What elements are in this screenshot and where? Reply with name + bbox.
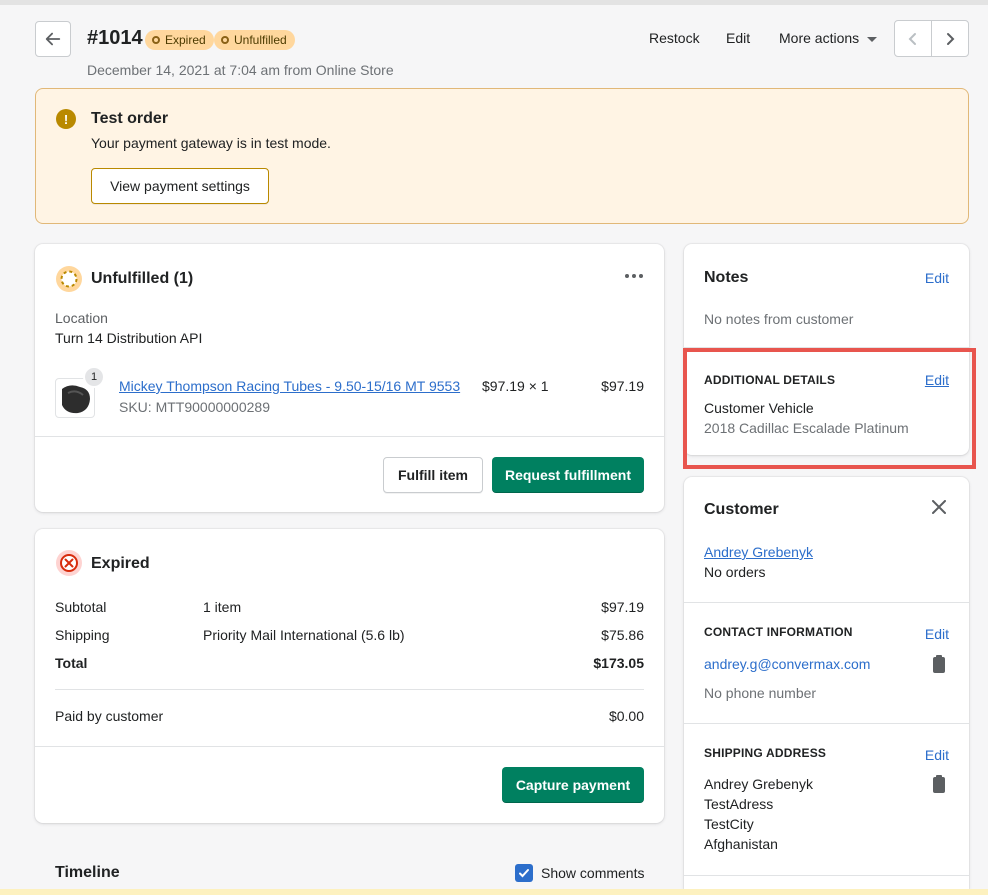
divider [35,436,664,437]
notes-edit-link[interactable]: Edit [925,270,949,286]
paid-by-customer-label: Paid by customer [55,708,164,724]
badge-dot-icon [152,36,160,44]
customer-orders: No orders [704,564,766,580]
arrow-left-icon [45,32,61,46]
restock-button[interactable]: Restock [649,30,700,46]
divider [35,746,664,747]
divider [55,689,644,690]
next-order-button[interactable] [932,21,968,56]
caret-down-icon [867,36,878,42]
chevron-right-icon [947,32,955,45]
close-icon[interactable] [932,500,946,514]
more-actions-button[interactable]: More actions [779,30,878,46]
subtotal-label: Subtotal [55,599,107,615]
notes-text: No notes from customer [704,311,854,327]
banner-text: Your payment gateway is in test mode. [91,135,331,151]
previous-order-button[interactable] [895,21,932,56]
order-number: #1014 [87,27,143,49]
quantity-badge: 1 [83,366,105,388]
highlight-box [683,348,976,469]
chevron-left-icon [908,32,916,45]
fulfillment-card: Unfulfilled (1) Location Turn 14 Distrib… [35,244,664,512]
payment-title: Expired [91,555,150,572]
show-comments-checkbox[interactable] [515,864,533,882]
shipping-amount: $75.86 [601,627,644,643]
location-label: Location [55,310,108,326]
customer-phone: No phone number [704,685,817,701]
shipping-label: Shipping [55,627,110,643]
bottom-bar [0,889,988,895]
address-line: TestCity [704,816,754,832]
shipping-edit-link[interactable]: Edit [925,747,949,763]
more-horizontal-icon[interactable] [624,272,644,280]
shipping-address-heading: SHIPPING ADDRESS [704,746,827,760]
customer-name-link[interactable]: Andrey Grebenyk [704,544,813,560]
paid-by-customer-amount: $0.00 [608,708,644,724]
fulfillment-title: Unfulfilled (1) [91,270,194,287]
badge-dot-icon [221,36,229,44]
badge-label: Unfulfilled [234,33,287,47]
customer-title: Customer [704,501,779,518]
copy-address-icon[interactable] [933,775,945,793]
product-sku: SKU: MTT90000000289 [119,399,270,415]
total-amount: $173.05 [593,655,644,671]
subtotal-detail: 1 item [203,599,242,615]
customer-email-link[interactable]: andrey.g@convermax.com [704,656,870,672]
subtotal-amount: $97.19 [601,599,644,615]
product-link[interactable]: Mickey Thompson Racing Tubes - 9.50-15/1… [119,378,460,394]
contact-information-heading: CONTACT INFORMATION [704,625,853,639]
divider [684,602,969,603]
order-subtitle: December 14, 2021 at 7:04 am from Online… [87,62,394,78]
unfulfilled-status-icon [56,266,82,292]
capture-payment-button[interactable]: Capture payment [502,767,644,803]
shipping-detail: Priority Mail International (5.6 lb) [203,627,405,643]
expired-status-icon [56,550,82,576]
badge-label: Expired [165,33,206,47]
top-border [0,0,988,5]
checkmark-icon [519,869,529,878]
product-line-total: $97.19 [601,378,644,394]
banner-title: Test order [91,110,169,127]
status-badge-unfulfilled: Unfulfilled [214,30,295,50]
request-fulfillment-button[interactable]: Request fulfillment [492,457,644,493]
product-price-qty: $97.19 × 1 [482,378,549,394]
address-line: Andrey Grebenyk [704,776,813,792]
address-line: Afghanistan [704,836,778,852]
payment-card: Expired Subtotal 1 item $97.19 Shipping … [35,529,664,823]
more-actions-label: More actions [779,30,860,46]
status-badge-expired: Expired [145,30,214,50]
edit-order-button[interactable]: Edit [726,30,750,46]
fulfill-item-button[interactable]: Fulfill item [383,457,483,493]
order-pager [894,20,969,57]
warning-icon: ! [56,109,76,129]
timeline-title: Timeline [55,864,120,881]
test-order-banner: ! Test order Your payment gateway is in … [35,88,969,224]
address-line: TestAdress [704,796,774,812]
divider [684,723,969,724]
total-label: Total [55,655,88,671]
divider [684,875,969,876]
show-comments-label: Show comments [541,865,645,881]
notes-title: Notes [704,269,749,286]
back-button[interactable] [35,21,71,57]
contact-edit-link[interactable]: Edit [925,626,949,642]
customer-card: Customer Andrey Grebenyk No orders CONTA… [684,477,969,889]
view-payment-settings-button[interactable]: View payment settings [91,168,269,204]
copy-email-icon[interactable] [933,655,945,673]
location-value: Turn 14 Distribution API [55,330,203,346]
